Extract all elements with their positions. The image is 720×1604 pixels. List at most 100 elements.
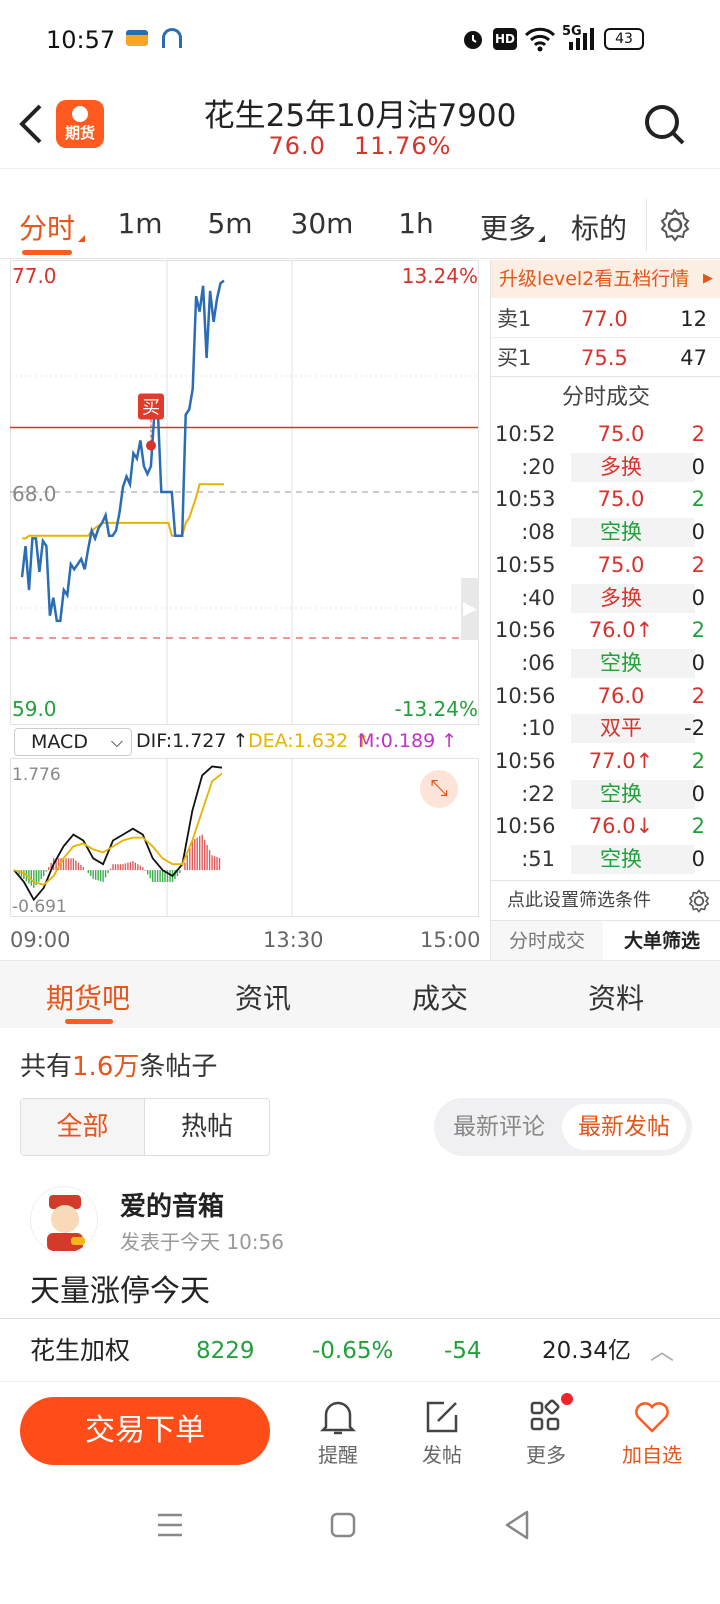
tab-1m[interactable]: 1m xyxy=(116,207,164,240)
trade-row: 10:56 76.0 2 xyxy=(491,680,720,713)
current-price: 76.0 xyxy=(268,132,326,160)
tab-1h[interactable]: 1h xyxy=(396,207,436,240)
fullscreen-expand-icon[interactable]: ⤡ xyxy=(420,770,458,808)
tab-divider xyxy=(646,199,647,251)
trade-price: 75.0 xyxy=(597,487,645,512)
macd-selector[interactable]: MACD ⌵ xyxy=(14,728,132,756)
trade-time: 10:56 xyxy=(495,814,556,839)
tab-trades[interactable]: 分时成交 xyxy=(491,921,603,961)
home-nav-icon[interactable] xyxy=(330,1512,356,1538)
trade-row: :22 空换 0 xyxy=(491,778,720,811)
sort-toggle: 最新评论 最新发帖 xyxy=(434,1098,692,1156)
trade-row: :20 多换 0 xyxy=(491,451,720,484)
status-time: 10:57 xyxy=(46,26,116,54)
tab-deals[interactable]: 成交 xyxy=(412,977,468,1017)
trade-time: :51 xyxy=(521,847,555,872)
sort-latest-post[interactable]: 最新发帖 xyxy=(562,1104,686,1150)
heart-icon xyxy=(635,1402,669,1433)
post-author[interactable]: 爱的音箱 xyxy=(120,1186,224,1223)
grid-apps-icon xyxy=(530,1393,573,1431)
macd-m-value: M:0.189 ↑ xyxy=(358,730,457,752)
avatar[interactable] xyxy=(30,1186,98,1254)
x-label-mid: 13:30 xyxy=(263,928,324,952)
chart-svg: 买 xyxy=(10,260,479,917)
tab-info[interactable]: 资料 xyxy=(588,977,644,1017)
wallet-notif-icon xyxy=(126,30,148,46)
post-text[interactable]: 天量涨停今天 xyxy=(30,1266,210,1310)
macd-panel-frame xyxy=(10,758,479,917)
sort-latest-comment[interactable]: 最新评论 xyxy=(444,1098,554,1156)
bid-qty: 47 xyxy=(680,346,707,370)
app-notif-icon xyxy=(162,28,182,48)
trade-row: :40 多换 0 xyxy=(491,582,720,615)
trade-price: 空换 xyxy=(600,650,642,675)
settings-gear-icon[interactable] xyxy=(658,208,692,242)
add-favorite-button[interactable]: 加自选 xyxy=(610,1393,694,1468)
remind-button[interactable]: 提醒 xyxy=(298,1393,378,1468)
macd-selector-label: MACD xyxy=(31,731,88,753)
tab-30m[interactable]: 30m xyxy=(290,207,354,240)
search-icon[interactable] xyxy=(642,102,688,148)
filter-settings[interactable]: 点此设置筛选条件 xyxy=(491,880,720,920)
post-button[interactable]: 发帖 xyxy=(402,1393,482,1468)
trade-row: :08 空换 0 xyxy=(491,516,720,549)
order-book-panel: 升级level2看五档行情 ▶ 卖1 77.0 12 买1 75.5 47 分时成… xyxy=(490,260,720,961)
edit-icon xyxy=(426,1401,458,1433)
tab-underlying[interactable]: 标的 xyxy=(568,207,630,247)
dea-text: DEA:1.632 xyxy=(248,730,349,752)
tab-large-orders[interactable]: 大单筛选 xyxy=(603,921,720,961)
macd-histogram xyxy=(15,834,221,888)
trade-row: 10:55 75.0 2 xyxy=(491,549,720,582)
trade-price: 双平 xyxy=(600,716,642,741)
trade-row: 10:56 76.0↓ 2 xyxy=(491,810,720,843)
post-item[interactable]: 爱的音箱 发表于今天 10:56 天量涨停今天 xyxy=(0,1180,720,1318)
trade-volume: 2 xyxy=(691,487,705,512)
chevron-up-icon[interactable]: ︿ xyxy=(650,1319,674,1383)
ask-qty: 12 xyxy=(680,307,707,331)
count-prefix: 共有 xyxy=(20,1052,73,1082)
buy-marker[interactable]: 买 xyxy=(138,393,164,420)
post-label: 发帖 xyxy=(422,1443,462,1467)
trade-time: :08 xyxy=(521,520,555,545)
seg-all[interactable]: 全部 xyxy=(21,1099,145,1155)
tab-forum[interactable]: 期货吧 xyxy=(46,977,130,1017)
level2-upgrade-banner[interactable]: 升级level2看五档行情 ▶ xyxy=(491,260,720,298)
intraday-chart[interactable]: 买 77.0 68.0 59.0 13.24% -13.24% ▶ MACD ⌵ … xyxy=(10,260,490,960)
bid-label: 买1 xyxy=(497,346,532,370)
index-ticker[interactable]: 花生加权 8229 -0.65% -54 20.34亿 ︿ xyxy=(0,1318,720,1382)
trade-price: 空换 xyxy=(600,847,642,872)
content-tab-indicator xyxy=(65,1019,113,1024)
trade-volume: 0 xyxy=(691,520,705,545)
more-label: 更多 xyxy=(526,1443,566,1467)
tab-more[interactable]: 更多 xyxy=(478,207,538,247)
header: 期货 花生25年10月沽7900 76.0 11.76% xyxy=(0,82,720,172)
pct-label-bottom: -13.24% xyxy=(394,697,478,721)
price-summary: 76.0 11.76% xyxy=(160,132,560,160)
trade-volume: 2 xyxy=(691,552,705,577)
ticker-volume: 20.34亿 xyxy=(542,1338,631,1364)
battery-icon: 43 xyxy=(604,28,644,50)
buy-marker-label: 买 xyxy=(142,398,160,419)
trade-time: 10:56 xyxy=(495,749,556,773)
more-button[interactable]: 更多 xyxy=(506,1393,586,1468)
trade-volume: 2 xyxy=(691,618,705,643)
trade-row: 10:53 75.0 2 xyxy=(491,483,720,516)
content-tabs: 期货吧 资讯 成交 资料 xyxy=(0,960,720,1028)
trades-title: 分时成交 xyxy=(561,385,650,410)
logo-dot-icon xyxy=(72,106,88,122)
filter-text: 点此设置筛选条件 xyxy=(507,890,651,911)
change-percent: 11.76% xyxy=(353,132,452,160)
back-icon[interactable] xyxy=(18,104,44,144)
price-line xyxy=(20,279,225,623)
menu-nav-icon[interactable] xyxy=(156,1512,184,1538)
expand-side-handle[interactable]: ▶ xyxy=(461,578,479,640)
tab-intraday[interactable]: 分时 xyxy=(16,207,78,247)
seg-hot[interactable]: 热帖 xyxy=(145,1099,269,1155)
futures-logo: 期货 xyxy=(56,100,104,148)
trade-order-button[interactable]: 交易下单 xyxy=(20,1397,270,1465)
trade-time: 10:55 xyxy=(495,552,556,577)
back-nav-icon[interactable] xyxy=(504,1510,530,1540)
tab-news[interactable]: 资讯 xyxy=(235,977,291,1017)
tab-5m[interactable]: 5m xyxy=(206,207,254,240)
trade-price: 75.0 xyxy=(597,422,645,446)
